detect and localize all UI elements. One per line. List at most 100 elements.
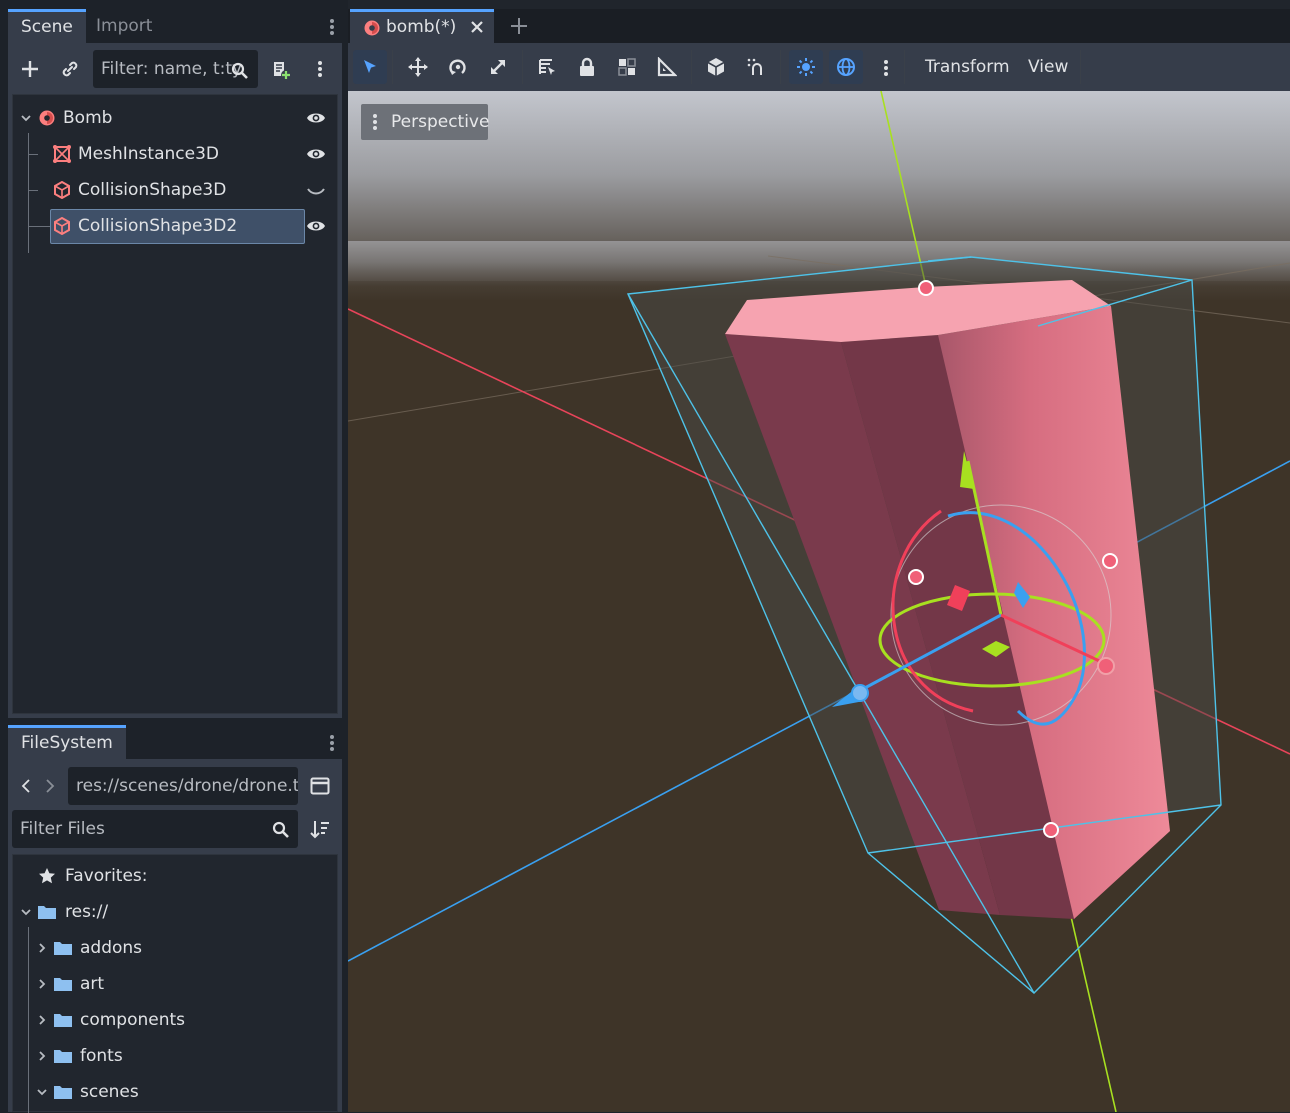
filter-files-placeholder: Filter Files	[20, 819, 105, 839]
tree-item-label: CollisionShape3D	[78, 180, 227, 200]
node3d-icon	[362, 18, 382, 38]
filesystem-dock-menu-icon[interactable]	[326, 731, 338, 755]
group-icon[interactable]	[610, 50, 644, 84]
back-arrow-icon[interactable]	[18, 775, 34, 797]
tab-import[interactable]: Import	[83, 9, 165, 43]
folder-item-scenes[interactable]: scenes	[13, 1075, 335, 1109]
toolbar-separator	[1080, 50, 1081, 84]
sort-icon[interactable]	[308, 817, 332, 841]
tree-item-label: CollisionShape3D2	[78, 216, 238, 236]
rotate-tool-icon[interactable]	[441, 50, 475, 84]
perspective-menu-button[interactable]: Perspective	[361, 104, 490, 140]
lock-icon[interactable]	[570, 50, 604, 84]
forward-arrow-icon[interactable]	[42, 775, 58, 797]
left-dock: Scene Import Filter: name, t:ty Bomb Mes…	[0, 0, 348, 1113]
scene-tab-label: bomb(*)	[386, 17, 457, 37]
file-tree: Favorites: res:// addons art components …	[12, 854, 338, 1113]
chevron-down-icon[interactable]	[35, 1085, 49, 1099]
star-icon	[37, 866, 57, 886]
visibility-eye-icon[interactable]	[305, 216, 327, 236]
tree-item-bomb[interactable]: Bomb	[13, 101, 335, 135]
chevron-right-icon[interactable]	[35, 1013, 49, 1027]
folder-label: components	[80, 1010, 186, 1030]
folder-label: fonts	[80, 1046, 123, 1066]
scene-filter-placeholder: Filter: name, t:ty	[101, 59, 243, 79]
toolbar-separator	[691, 50, 692, 84]
visibility-eye-icon[interactable]	[305, 108, 327, 128]
shape-handle-bottom[interactable]	[1043, 822, 1059, 838]
folder-icon	[53, 1046, 73, 1066]
snap-icon[interactable]	[739, 50, 773, 84]
node3d-icon	[37, 108, 57, 128]
instance-scene-icon[interactable]	[58, 56, 82, 82]
search-icon	[229, 60, 251, 82]
folder-label: art	[80, 974, 105, 994]
editor-area: bomb(*) Transform View Perspective	[348, 0, 1290, 1112]
chevron-right-icon[interactable]	[35, 977, 49, 991]
path-field[interactable]: res://scenes/drone/drone.t	[68, 767, 298, 805]
visibility-eye-icon[interactable]	[305, 144, 327, 164]
3d-viewport[interactable]: Perspective	[348, 91, 1290, 1112]
visibility-hidden-icon[interactable]	[305, 182, 327, 202]
local-space-icon[interactable]	[699, 50, 733, 84]
new-tab-icon[interactable]	[508, 15, 530, 37]
chevron-right-icon[interactable]	[35, 1049, 49, 1063]
select-tool-icon[interactable]	[353, 50, 387, 84]
mesh-instance-icon	[52, 144, 72, 164]
tab-filesystem[interactable]: FileSystem	[8, 725, 126, 759]
folder-item-art[interactable]: art	[13, 967, 335, 1001]
scene-panel: Filter: name, t:ty Bomb MeshInstance3D C…	[8, 43, 342, 718]
scene-dock-menu-icon[interactable]	[326, 15, 338, 39]
chevron-right-icon[interactable]	[35, 941, 49, 955]
toolbar-separator	[904, 50, 905, 84]
favorites-item[interactable]: Favorites:	[13, 859, 335, 893]
folder-icon	[37, 902, 57, 922]
filesystem-panel: res://scenes/drone/drone.t Filter Files …	[8, 759, 342, 1113]
filter-files-input[interactable]: Filter Files	[12, 810, 298, 848]
collision-shape-icon	[52, 180, 72, 200]
scene-tools-menu-icon[interactable]	[314, 57, 326, 81]
preview-environment-icon[interactable]	[829, 50, 863, 84]
view-menu[interactable]: View	[1028, 50, 1068, 84]
list-select-tool-icon[interactable]	[530, 50, 564, 84]
tree-item-collisionshape3d[interactable]: CollisionShape3D	[13, 173, 335, 207]
gizmo-z-handle[interactable]	[851, 684, 869, 702]
scene-tree: Bomb MeshInstance3D CollisionShape3D Col…	[12, 94, 338, 714]
folder-item-res[interactable]: res://	[13, 895, 335, 929]
folder-item-components[interactable]: components	[13, 1003, 335, 1037]
scale-tool-icon[interactable]	[481, 50, 515, 84]
tab-scene[interactable]: Scene	[8, 9, 86, 43]
shape-handle-top[interactable]	[918, 280, 934, 296]
close-icon[interactable]	[468, 18, 486, 36]
folder-item-fonts[interactable]: fonts	[13, 1039, 335, 1073]
search-icon	[270, 819, 292, 841]
gizmo-x-handle[interactable]	[1097, 657, 1115, 675]
shape-handle-right[interactable]	[1102, 553, 1118, 569]
path-value: res://scenes/drone/drone.t	[76, 776, 298, 796]
add-node-icon[interactable]	[18, 56, 42, 82]
perspective-label: Perspective	[391, 112, 490, 132]
move-tool-icon[interactable]	[401, 50, 435, 84]
folder-label: res://	[65, 902, 109, 922]
folder-label: addons	[80, 938, 143, 958]
ruler-icon[interactable]	[650, 50, 684, 84]
toolbar-separator	[392, 50, 393, 84]
scene-tab-bomb[interactable]: bomb(*)	[350, 9, 494, 43]
tree-item-collisionshape3d2[interactable]: CollisionShape3D2	[13, 209, 335, 243]
attach-script-icon[interactable]	[268, 57, 294, 83]
folder-icon	[53, 938, 73, 958]
toolbar-separator	[522, 50, 523, 84]
split-view-icon[interactable]	[308, 775, 332, 797]
tree-item-meshinstance3d[interactable]: MeshInstance3D	[13, 137, 335, 171]
preview-sun-icon[interactable]	[789, 50, 823, 84]
scene-tabbar: bomb(*)	[348, 9, 1290, 43]
chevron-down-icon[interactable]	[19, 111, 33, 125]
transform-menu[interactable]: Transform	[925, 50, 1010, 84]
environment-menu-icon[interactable]	[880, 56, 892, 80]
chevron-down-icon[interactable]	[19, 905, 33, 919]
perspective-menu-icon	[369, 110, 381, 134]
viewport-scene	[348, 91, 1290, 1112]
folder-item-addons[interactable]: addons	[13, 931, 335, 965]
shape-handle-left[interactable]	[908, 569, 924, 585]
favorites-label: Favorites:	[65, 866, 148, 886]
